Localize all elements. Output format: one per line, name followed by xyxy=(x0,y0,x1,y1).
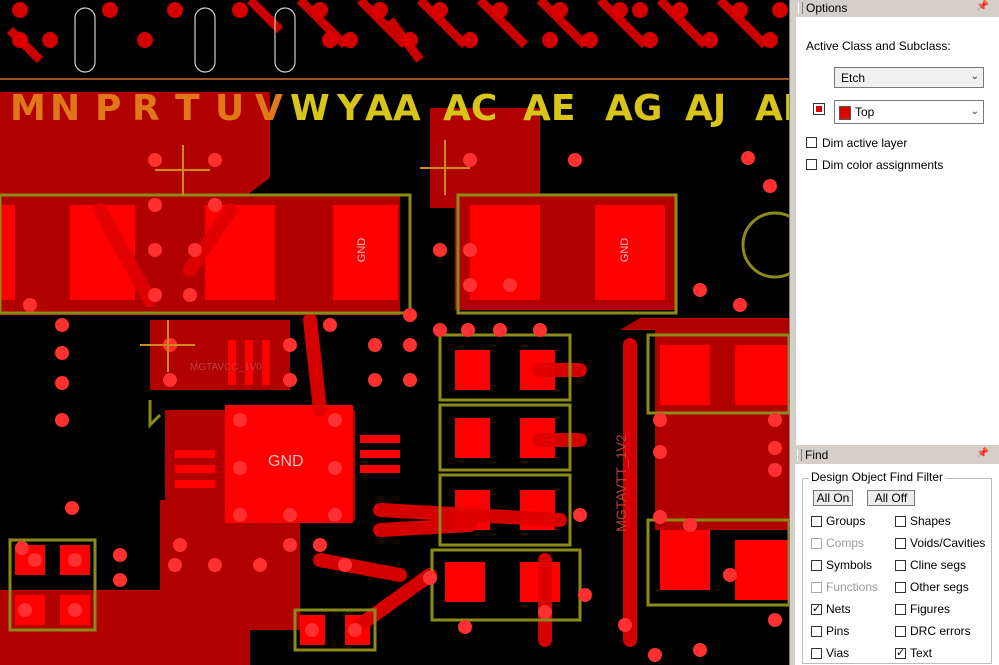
chevron-down-icon: ⌄ xyxy=(970,106,979,117)
find-title-bar: Find 📌 xyxy=(795,447,999,465)
grid-label: M xyxy=(10,88,46,129)
dim-color-assignments-label: Dim color assignments xyxy=(822,158,944,172)
filter-groups-label: Groups xyxy=(826,514,866,528)
options-title-bar: Options 📌 xyxy=(796,0,999,18)
options-title: Options xyxy=(806,1,848,15)
find-panel: Find 📌 Design Object Find Filter All On … xyxy=(795,447,999,665)
dim-active-layer-label: Dim active layer xyxy=(822,136,908,150)
all-off-button[interactable]: All Off xyxy=(867,490,915,506)
class-dropdown-value: Etch xyxy=(841,71,866,85)
pcb-canvas[interactable]: M N P R T U V W Y AA AC AE AG AJ AL GND … xyxy=(0,0,789,665)
dim-active-layer-checkbox[interactable] xyxy=(806,137,817,148)
find-title: Find xyxy=(805,448,829,462)
filter-functions-label: Functions xyxy=(826,580,879,594)
filter-vias-checkbox[interactable] xyxy=(811,648,822,659)
grid-label: AA xyxy=(365,88,421,129)
filter-symbols-label: Symbols xyxy=(826,558,873,572)
grid-label: AG xyxy=(605,88,663,129)
subclass-color-icon xyxy=(839,106,851,120)
active-color-swatch[interactable] xyxy=(813,103,825,115)
filter-cline-segs-checkbox[interactable] xyxy=(895,560,906,571)
filter-shapes-label: Shapes xyxy=(910,514,951,528)
pin-icon[interactable]: 📌 xyxy=(977,1,989,12)
options-body: Active Class and Subclass: Etch ⌄ Top ⌄ … xyxy=(796,17,999,445)
active-class-label: Active Class and Subclass: xyxy=(806,39,951,53)
pad-text-gnd-1: GND xyxy=(356,237,369,263)
pin-icon[interactable]: 📌 xyxy=(977,448,989,459)
filter-voids-cavities-label: Voids/Cavities xyxy=(910,536,986,550)
filter-comps-label: Comps xyxy=(826,536,865,550)
grid-label: V xyxy=(255,88,283,129)
dim-color-assignments-checkbox[interactable] xyxy=(806,159,817,170)
filter-pins-checkbox[interactable] xyxy=(811,626,822,637)
chevron-down-icon: ⌄ xyxy=(970,71,979,82)
grid-label: AJ xyxy=(685,88,727,129)
filter-figures-checkbox[interactable] xyxy=(895,604,906,615)
grid-label: AC xyxy=(443,88,498,129)
filter-functions-checkbox xyxy=(811,582,822,593)
options-panel: Options 📌 Active Class and Subclass: Etc… xyxy=(795,0,999,445)
filter-nets-label: Nets xyxy=(826,602,851,616)
bga-top-area xyxy=(0,0,789,80)
class-dropdown[interactable]: Etch ⌄ xyxy=(834,67,984,88)
grid-labels: M N P R T U V W Y AA AC AE AG AJ AL xyxy=(0,88,789,138)
find-body: Design Object Find Filter All On All Off… xyxy=(795,464,999,665)
grid-label: U xyxy=(215,88,245,129)
grid-label: T xyxy=(175,88,200,129)
filter-pins-label: Pins xyxy=(826,624,850,638)
filter-other-segs-label: Other segs xyxy=(910,580,969,594)
filter-drc-errors-label: DRC errors xyxy=(910,624,971,638)
filter-other-segs-checkbox[interactable] xyxy=(895,582,906,593)
grip-handle[interactable] xyxy=(797,449,802,461)
grid-label: AE xyxy=(523,88,576,129)
grid-label: R xyxy=(132,88,160,129)
grid-label: Y xyxy=(337,88,364,129)
grid-label: P xyxy=(95,88,122,129)
filter-text-checkbox[interactable] xyxy=(895,646,906,659)
grip-handle[interactable] xyxy=(798,2,803,14)
filter-text-label: Text xyxy=(910,646,933,660)
subclass-dropdown-value: Top xyxy=(855,105,875,119)
pad-text-gnd-2: GND xyxy=(619,237,632,263)
filter-voids-cavities-checkbox[interactable] xyxy=(895,538,906,549)
filter-comps-checkbox xyxy=(811,538,822,549)
subclass-dropdown[interactable]: Top ⌄ xyxy=(834,100,984,124)
filter-drc-errors-checkbox[interactable] xyxy=(895,626,906,637)
pad-text-mgtavcc: MGTAVCC_1V0 xyxy=(190,362,262,373)
grid-label: W xyxy=(290,88,330,129)
grid-label: N xyxy=(50,88,81,129)
pad-text-gnd-large: GND xyxy=(268,453,304,470)
all-on-button[interactable]: All On xyxy=(813,490,853,506)
find-filter-caption: Design Object Find Filter xyxy=(809,470,946,484)
filter-figures-label: Figures xyxy=(910,602,951,616)
pad-text-mgtavtt: MGTAVTT_1V2 xyxy=(612,434,629,532)
filter-nets-checkbox[interactable] xyxy=(811,602,822,615)
filter-cline-segs-label: Cline segs xyxy=(910,558,967,572)
filter-groups-checkbox[interactable] xyxy=(811,516,822,527)
filter-vias-label: Vias xyxy=(826,646,850,660)
grid-label: AL xyxy=(755,88,789,129)
filter-symbols-checkbox[interactable] xyxy=(811,560,822,571)
filter-shapes-checkbox[interactable] xyxy=(895,516,906,527)
